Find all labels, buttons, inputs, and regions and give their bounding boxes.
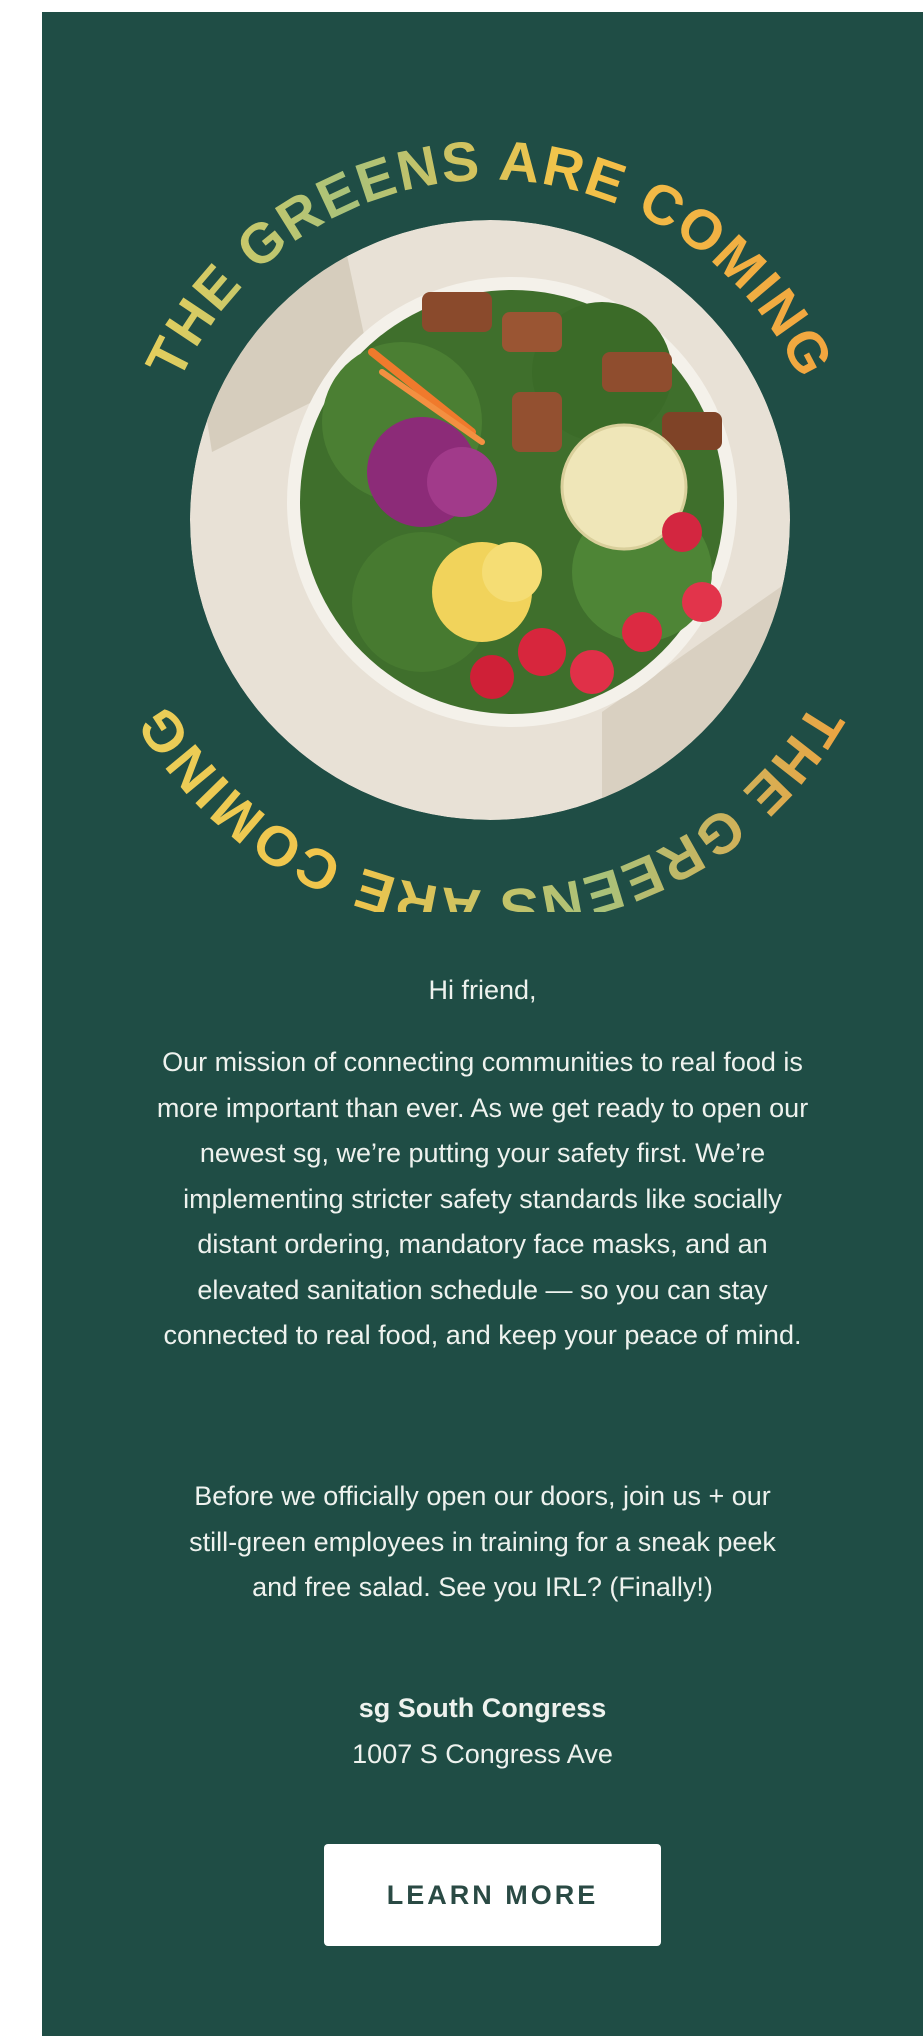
email-panel: THE GREENS ARE COMING THE GREENS ARE COM… bbox=[42, 12, 923, 2036]
body-paragraph-1: Our mission of connecting communities to… bbox=[156, 1047, 809, 1350]
hero-section: THE GREENS ARE COMING THE GREENS ARE COM… bbox=[42, 12, 923, 912]
location-address: 1007 S Congress Ave bbox=[352, 1739, 613, 1769]
body-paragraph-2: Before we officially open our doors, joi… bbox=[189, 1481, 776, 1602]
hero-graphic: THE GREENS ARE COMING THE GREENS ARE COM… bbox=[124, 129, 854, 912]
learn-more-button[interactable]: LEARN MORE bbox=[324, 1844, 661, 1946]
location-name: sg South Congress bbox=[358, 1693, 607, 1723]
salad-bowl-photo bbox=[190, 220, 790, 820]
greeting-text: Hi friend, bbox=[428, 975, 537, 1005]
